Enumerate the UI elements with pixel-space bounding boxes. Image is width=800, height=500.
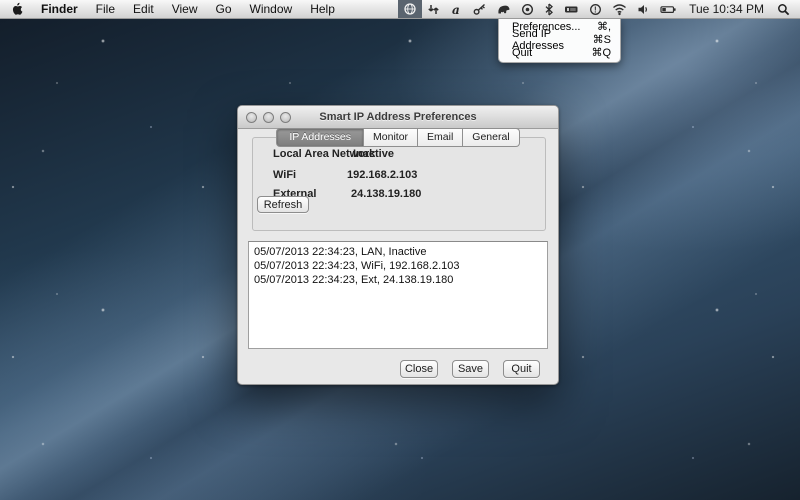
external-value: 24.138.19.180 (351, 188, 421, 200)
menu-item-shortcut: ⌘Q (591, 46, 611, 59)
volume-menu-extra[interactable] (632, 0, 655, 18)
key-menu-extra[interactable] (468, 0, 492, 18)
lan-value: Inactive (353, 148, 394, 160)
status-dropdown-menu: Preferences... ⌘, Send IP Addresses ⌘S Q… (498, 18, 621, 63)
tab-monitor[interactable]: Monitor (364, 128, 418, 147)
menu-file[interactable]: File (87, 0, 124, 18)
battery-menu-extra[interactable] (655, 0, 682, 18)
smart-ip-app-icon (403, 2, 417, 16)
clock-alert-icon: ! (589, 3, 602, 16)
menu-go[interactable]: Go (207, 0, 241, 18)
svg-text:a: a (452, 3, 460, 16)
cartridge-menu-extra[interactable] (559, 0, 584, 18)
window-controls (246, 106, 291, 128)
menu-help[interactable]: Help (301, 0, 344, 18)
tab-email[interactable]: Email (418, 128, 463, 147)
preferences-tab-bar: IP Addresses Monitor Email General (238, 128, 558, 147)
menu-bar-status-area: a (398, 0, 800, 18)
wifi-menu-extra[interactable] (607, 0, 632, 18)
log-line: 05/07/2013 22:34:23, Ext, 24.138.19.180 (254, 273, 542, 287)
menu-window[interactable]: Window (241, 0, 302, 18)
spotlight-menu-extra[interactable] (771, 0, 800, 18)
window-titlebar[interactable]: Smart IP Address Preferences (238, 106, 558, 129)
quit-button[interactable]: Quit (503, 360, 540, 378)
apple-icon (10, 2, 23, 16)
close-window-button[interactable] (246, 112, 257, 123)
menu-bar: Finder File Edit View Go Window Help a (0, 0, 800, 19)
clock-alert-menu-extra[interactable]: ! (584, 0, 607, 18)
double-arrows-menu-extra[interactable] (422, 0, 445, 18)
menu-bar-left: Finder File Edit View Go Window Help (0, 0, 344, 18)
wifi-icon (612, 3, 627, 16)
bluetooth-icon (544, 3, 554, 16)
double-arrows-icon (427, 3, 440, 16)
refresh-button[interactable]: Refresh (257, 196, 309, 213)
svg-text:!: ! (594, 5, 597, 14)
letter-a-menu-extra[interactable]: a (445, 0, 468, 18)
menu-item-label: Quit (512, 47, 532, 59)
cartridge-icon (564, 3, 579, 16)
menu-bar-clock[interactable]: Tue 10:34 PM (682, 0, 771, 18)
key-icon (473, 3, 487, 16)
battery-icon (660, 3, 677, 16)
save-button[interactable]: Save (452, 360, 489, 378)
smart-ip-app-menu-extra[interactable] (398, 0, 422, 18)
menu-item-shortcut: ⌘, (597, 20, 611, 33)
tab-general[interactable]: General (463, 128, 519, 147)
elephant-menu-extra[interactable] (492, 0, 516, 18)
menu-item-send-ip-addresses[interactable]: Send IP Addresses ⌘S (499, 33, 620, 46)
window-title: Smart IP Address Preferences (319, 111, 476, 123)
menu-edit[interactable]: Edit (124, 0, 163, 18)
log-line: 05/07/2013 22:34:23, LAN, Inactive (254, 245, 542, 259)
menu-view[interactable]: View (163, 0, 207, 18)
wifi-label: WiFi (273, 169, 296, 181)
letter-a-icon: a (450, 3, 463, 16)
wifi-value: 192.168.2.103 (347, 169, 417, 181)
ip-log-area[interactable]: 05/07/2013 22:34:23, LAN, Inactive 05/07… (248, 241, 548, 349)
bluetooth-menu-extra[interactable] (539, 0, 559, 18)
zoom-window-button[interactable] (280, 112, 291, 123)
menu-item-shortcut: ⌘S (593, 33, 611, 46)
minimize-window-button[interactable] (263, 112, 274, 123)
record-dot-icon (521, 3, 534, 16)
apple-menu[interactable] (0, 0, 32, 18)
elephant-icon (497, 3, 511, 16)
record-dot-menu-extra[interactable] (516, 0, 539, 18)
spotlight-search-icon (777, 3, 790, 16)
preferences-window: Smart IP Address Preferences IP Addresse… (237, 105, 559, 385)
ip-addresses-groupbox: Local Area Network Inactive WiFi 192.168… (252, 137, 546, 231)
volume-icon (637, 3, 650, 16)
log-line: 05/07/2013 22:34:23, WiFi, 192.168.2.103 (254, 259, 542, 273)
menu-finder[interactable]: Finder (32, 0, 87, 18)
close-button[interactable]: Close (400, 360, 438, 378)
tab-ip-addresses[interactable]: IP Addresses (276, 128, 364, 147)
